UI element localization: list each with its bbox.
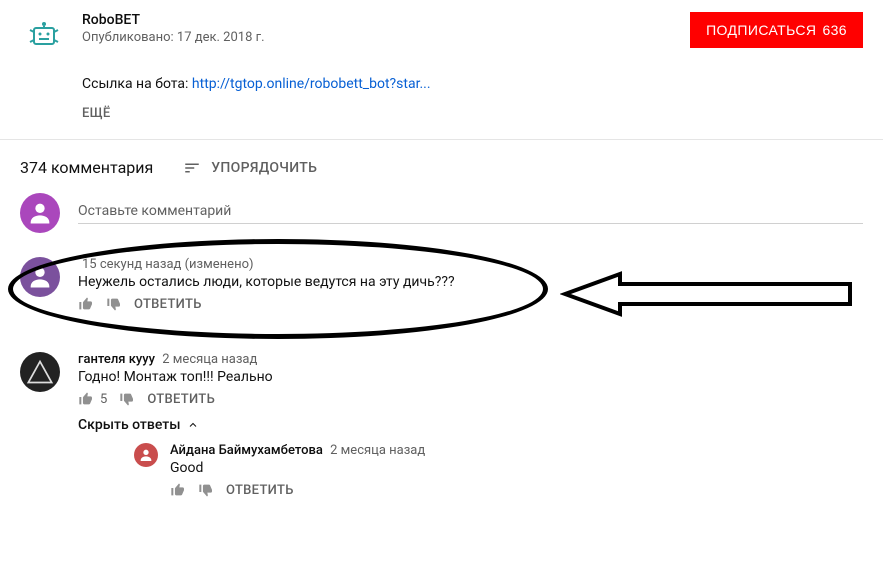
like-count: 5 — [100, 392, 107, 407]
channel-name[interactable]: RoboBET — [82, 12, 690, 28]
triangle-icon — [26, 358, 54, 386]
subscribe-label: ПОДПИСАТЬСЯ — [706, 22, 816, 38]
sort-button[interactable]: УПОРЯДОЧИТЬ — [181, 159, 317, 177]
thumb-up-icon[interactable] — [170, 482, 186, 498]
thumb-up-icon[interactable] — [78, 296, 94, 312]
comment-text: Годно! Монтаж топ!!! Реально — [78, 369, 863, 385]
description-prefix: Ссылка на бота: — [82, 76, 192, 92]
person-icon — [26, 199, 54, 227]
hide-replies-button[interactable]: Скрыть ответы — [78, 417, 199, 433]
reply-button[interactable]: ОТВЕТИТЬ — [226, 483, 294, 498]
reply-avatar[interactable] — [134, 443, 158, 467]
my-avatar[interactable] — [20, 193, 60, 233]
sort-icon — [181, 159, 203, 177]
reply-time[interactable]: 2 месяца назад — [330, 443, 425, 458]
commenter-avatar[interactable] — [20, 352, 60, 392]
show-more-button[interactable]: ЕЩЁ — [82, 106, 883, 121]
person-icon — [138, 447, 154, 463]
reply-button[interactable]: ОТВЕТИТЬ — [147, 392, 215, 407]
comment-time[interactable]: 2 месяца назад — [162, 352, 257, 367]
comment-author[interactable]: гантеля кууу — [78, 352, 155, 367]
video-description: Ссылка на бота: http://tgtop.online/robo… — [82, 76, 883, 92]
thumb-down-icon[interactable] — [119, 391, 135, 407]
comment-item: 15 секунд назад (изменено) Неужель остал… — [0, 251, 883, 318]
subscribe-button[interactable]: ПОДПИСАТЬСЯ 636 — [690, 12, 863, 48]
chevron-up-icon — [187, 419, 199, 431]
thumb-up-icon[interactable] — [78, 391, 94, 407]
commenter-avatar[interactable] — [20, 257, 60, 297]
reply-item: Айдана Баймухамбетова 2 месяца назад Goo… — [134, 443, 863, 498]
thumb-down-icon[interactable] — [198, 482, 214, 498]
thumb-down-icon[interactable] — [106, 296, 122, 312]
comment-text: Неужель остались люди, которые ведутся н… — [78, 274, 863, 290]
sort-label: УПОРЯДОЧИТЬ — [211, 160, 317, 176]
reply-button[interactable]: ОТВЕТИТЬ — [134, 297, 202, 312]
hide-replies-label: Скрыть ответы — [78, 417, 181, 433]
add-comment-input[interactable]: Оставьте комментарий — [78, 203, 863, 224]
comment-time[interactable]: 15 секунд назад (изменено) — [82, 257, 254, 272]
comment-item: гантеля кууу 2 месяца назад Годно! Монта… — [0, 346, 883, 504]
subscribe-count: 636 — [822, 22, 847, 38]
channel-avatar[interactable] — [20, 12, 68, 60]
comments-count: 374 комментария — [20, 158, 153, 177]
publish-date: Опубликовано: 17 дек. 2018 г. — [82, 30, 690, 45]
reply-text: Good — [170, 460, 425, 476]
description-link[interactable]: http://tgtop.online/robobett_bot?star... — [192, 76, 431, 92]
person-icon — [26, 263, 54, 291]
reply-author[interactable]: Айдана Баймухамбетова — [170, 443, 323, 458]
